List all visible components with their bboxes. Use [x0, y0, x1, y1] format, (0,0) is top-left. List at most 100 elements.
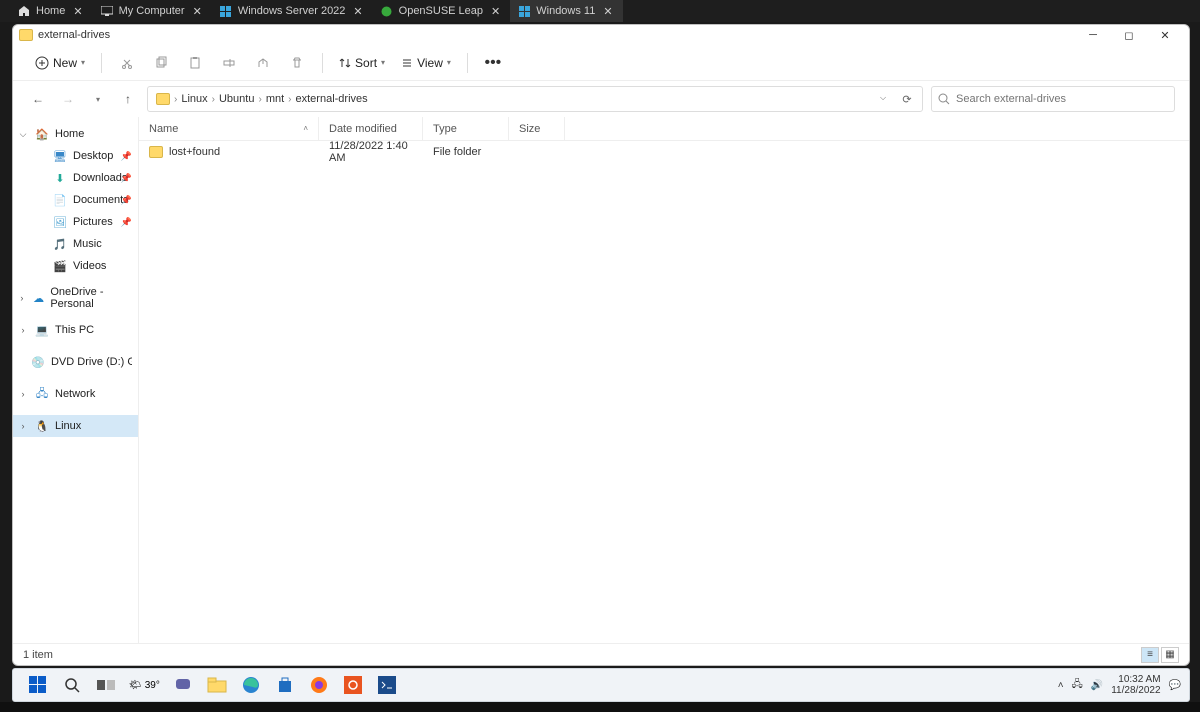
nav-bar: ← → ▾ ↑ › Linux › Ubuntu › mnt › externa…: [13, 81, 1189, 117]
back-button[interactable]: ←: [27, 87, 49, 111]
breadcrumb[interactable]: Ubuntu: [215, 93, 258, 105]
list-icon: [401, 57, 413, 69]
host-tab-home[interactable]: Home ✕: [10, 0, 93, 22]
sort-icon: [339, 57, 351, 69]
search-box[interactable]: [931, 86, 1175, 112]
close-button[interactable]: ✕: [1147, 25, 1183, 45]
firefox-button[interactable]: [302, 670, 336, 700]
sidebar-item-network[interactable]: ›🖧Network: [13, 383, 138, 405]
search-button[interactable]: [55, 670, 89, 700]
explorer-button[interactable]: [200, 670, 234, 700]
sidebar-item-onedrive[interactable]: ›☁OneDrive - Personal: [13, 287, 138, 309]
chevron-down-icon[interactable]: ⌵: [872, 93, 894, 106]
item-count: 1 item: [23, 649, 53, 661]
tray-overflow-button[interactable]: ˄: [1058, 680, 1064, 691]
col-size[interactable]: Size: [509, 117, 565, 140]
status-bar: 1 item ≡ ▦: [13, 643, 1189, 665]
sidebar-item-home[interactable]: ⌵🏠Home: [13, 123, 138, 145]
recent-button[interactable]: ▾: [87, 87, 109, 111]
maximize-button[interactable]: ◻: [1111, 25, 1147, 45]
window-title: external-drives: [38, 29, 110, 41]
tiles-view-button[interactable]: ▦: [1161, 647, 1179, 663]
host-tab-mycomputer[interactable]: My Computer ✕: [93, 0, 212, 22]
taskbar: 🌤39° ˄ 🖧 🔊 10:32 AM 11/28/2022 💬: [12, 668, 1190, 702]
sidebar-item-documents[interactable]: 📄Documents📌: [13, 189, 138, 211]
share-button[interactable]: [248, 49, 278, 77]
host-tab-winserver[interactable]: Windows Server 2022 ✕: [212, 0, 373, 22]
column-headers: Name˄ Date modified Type Size: [139, 117, 1189, 141]
store-button[interactable]: [268, 670, 302, 700]
address-bar[interactable]: › Linux › Ubuntu › mnt › external-drives…: [147, 86, 923, 112]
new-button[interactable]: New ▾: [29, 52, 91, 74]
sort-button[interactable]: Sort ▾: [333, 52, 391, 74]
paste-button[interactable]: [180, 49, 210, 77]
clock[interactable]: 10:32 AM 11/28/2022: [1111, 674, 1160, 696]
close-icon[interactable]: ✕: [489, 5, 502, 18]
cloud-icon: ☁: [33, 291, 44, 305]
edge-button[interactable]: [234, 670, 268, 700]
col-type[interactable]: Type: [423, 117, 509, 140]
host-tab-win11[interactable]: Windows 11 ✕: [510, 0, 622, 22]
more-button[interactable]: •••: [478, 49, 508, 77]
close-icon[interactable]: ✕: [601, 5, 614, 18]
desktop-icon: 🖥: [53, 149, 67, 163]
chat-button[interactable]: [166, 670, 200, 700]
weather-icon: 🌤: [129, 680, 142, 691]
start-button[interactable]: [21, 670, 55, 700]
terminal-button[interactable]: [370, 670, 404, 700]
folder-icon: [19, 29, 33, 41]
search-input[interactable]: [956, 93, 1168, 105]
pin-icon: 📌: [121, 151, 132, 162]
close-icon[interactable]: ✕: [351, 5, 364, 18]
file-row[interactable]: lost+found 11/28/2022 1:40 AM File folde…: [139, 141, 1189, 163]
weather-widget[interactable]: 🌤39°: [129, 680, 160, 691]
minimize-button[interactable]: ─: [1075, 25, 1111, 45]
refresh-button[interactable]: ⟳: [896, 93, 918, 106]
volume-icon[interactable]: 🔊: [1091, 680, 1103, 691]
linux-icon: 🐧: [35, 419, 49, 433]
chevron-down-icon: ▾: [81, 58, 85, 67]
sidebar-item-linux[interactable]: ›🐧Linux: [13, 415, 138, 437]
up-button[interactable]: ↑: [117, 87, 139, 111]
window-titlebar[interactable]: external-drives ─ ◻ ✕: [13, 25, 1189, 45]
close-icon[interactable]: ✕: [191, 5, 204, 18]
documents-icon: 📄: [53, 193, 67, 207]
ubuntu-button[interactable]: [336, 670, 370, 700]
col-name[interactable]: Name˄: [139, 117, 319, 140]
sidebar-item-dvd[interactable]: 💿DVD Drive (D:) GParted: [13, 351, 138, 373]
delete-button[interactable]: [282, 49, 312, 77]
sidebar-item-desktop[interactable]: 🖥Desktop📌: [13, 145, 138, 167]
nav-sidebar: ⌵🏠Home 🖥Desktop📌 ⬇Downloads📌 📄Documents📌…: [13, 117, 139, 643]
taskview-button[interactable]: [89, 670, 123, 700]
sidebar-item-videos[interactable]: 🎬Videos: [13, 255, 138, 277]
forward-button[interactable]: →: [57, 87, 79, 111]
chevron-down-icon: ▾: [381, 58, 385, 67]
details-view-button[interactable]: ≡: [1141, 647, 1159, 663]
rename-button[interactable]: [214, 49, 244, 77]
copy-button[interactable]: [146, 49, 176, 77]
host-tab-opensuse[interactable]: OpenSUSE Leap ✕: [373, 0, 511, 22]
pin-icon: 📌: [121, 195, 132, 206]
sidebar-item-pictures[interactable]: 🖼Pictures📌: [13, 211, 138, 233]
notifications-button[interactable]: 💬: [1169, 680, 1181, 691]
close-icon[interactable]: ✕: [71, 5, 84, 18]
network-icon[interactable]: 🖧: [1072, 677, 1083, 694]
videos-icon: 🎬: [53, 259, 67, 273]
pc-icon: 💻: [35, 323, 49, 337]
plus-circle-icon: [35, 56, 49, 70]
pin-icon: 📌: [121, 217, 132, 228]
host-tab-bar: Home ✕ My Computer ✕ Windows Server 2022…: [0, 0, 1200, 22]
col-date[interactable]: Date modified: [319, 117, 423, 140]
music-icon: 🎵: [53, 237, 67, 251]
monitor-icon: [101, 5, 113, 17]
breadcrumb[interactable]: external-drives: [292, 93, 372, 105]
sidebar-item-thispc[interactable]: ›💻This PC: [13, 319, 138, 341]
cut-button[interactable]: [112, 49, 142, 77]
sidebar-item-downloads[interactable]: ⬇Downloads📌: [13, 167, 138, 189]
sidebar-item-music[interactable]: 🎵Music: [13, 233, 138, 255]
view-button[interactable]: View ▾: [395, 52, 457, 74]
breadcrumb[interactable]: mnt: [262, 93, 288, 105]
pictures-icon: 🖼: [53, 215, 67, 229]
windows-icon: [220, 5, 232, 17]
breadcrumb[interactable]: Linux: [177, 93, 211, 105]
